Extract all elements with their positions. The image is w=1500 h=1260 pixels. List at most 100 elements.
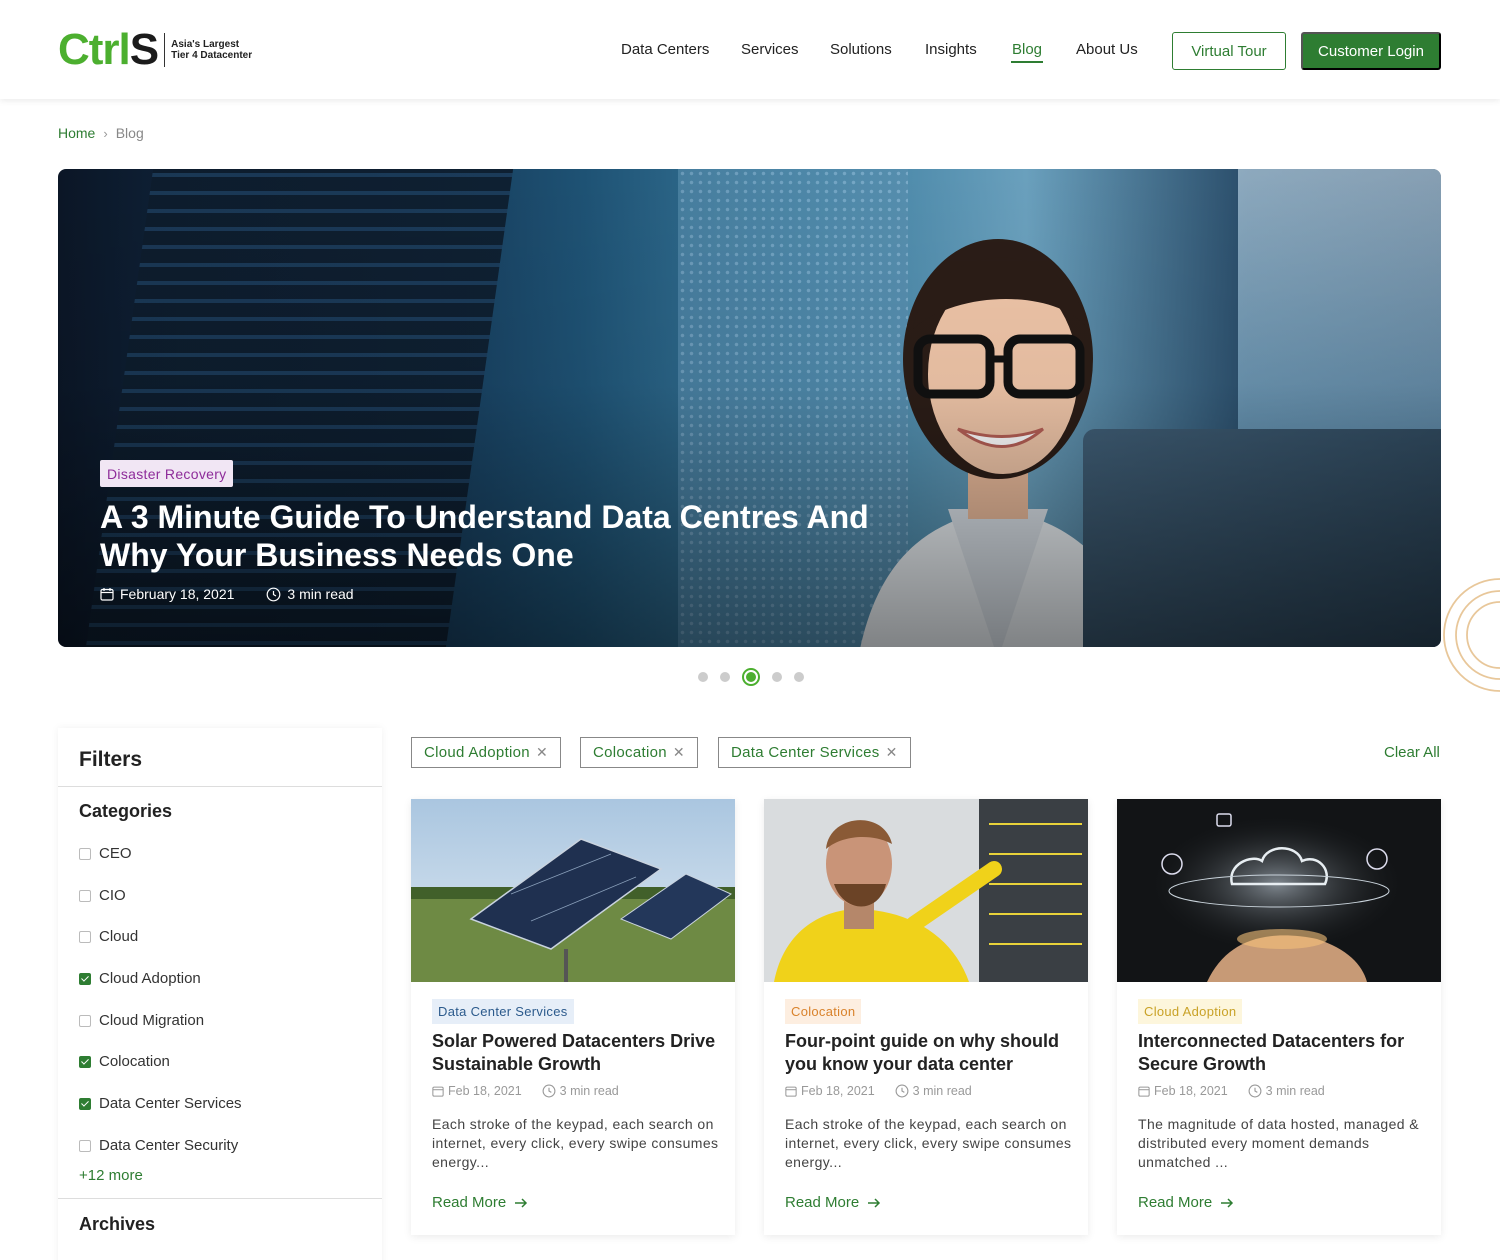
card-date-text: Feb 18, 2021 (448, 1084, 522, 1098)
category-cloud-migration[interactable]: Cloud Migration (79, 1012, 204, 1029)
category-colocation[interactable]: Colocation (79, 1053, 170, 1070)
hero-read-time: 3 min read (266, 586, 354, 602)
logo-tagline-line1: Asia's Largest (171, 39, 240, 50)
category-cio[interactable]: CIO (79, 887, 126, 904)
category-cloud-migration-checkbox[interactable] (79, 1014, 91, 1027)
filters-divider (58, 786, 382, 787)
category-data-center-services[interactable]: Data Center Services (79, 1095, 242, 1112)
calendar-icon (100, 588, 114, 601)
card-read-time: 3 min read (895, 1084, 972, 1098)
breadcrumb-chevron-icon: › (103, 125, 108, 141)
category-cio-checkbox[interactable] (79, 889, 91, 902)
carousel-dot-2[interactable] (720, 672, 730, 682)
show-more-categories-link[interactable]: +12 more (79, 1167, 143, 1184)
card-read-time: 3 min read (1248, 1084, 1325, 1098)
category-cloud-adoption[interactable]: Cloud Adoption (79, 970, 201, 987)
card-category-tag[interactable]: Data Center Services (432, 999, 574, 1024)
carousel-dot-4[interactable] (772, 672, 782, 682)
category-colocation-checkbox[interactable] (79, 1055, 91, 1068)
card-title[interactable]: Four-point guide on why should you know … (785, 1030, 1075, 1076)
filter-chip-cloud-adoption: Cloud Adoption ✕ (411, 737, 561, 768)
card-date: Feb 18, 2021 (785, 1084, 875, 1098)
hero-date: February 18, 2021 (100, 586, 234, 602)
nav-active-underline (1011, 61, 1043, 63)
close-icon[interactable]: ✕ (673, 744, 685, 761)
nav-data-centers[interactable]: Data Centers (621, 41, 709, 58)
carousel-dot-5[interactable] (794, 672, 804, 682)
close-icon[interactable]: ✕ (536, 744, 548, 761)
close-icon[interactable]: ✕ (886, 744, 898, 761)
category-cio-label: CIO (99, 887, 126, 904)
filters-title: Filters (79, 748, 143, 771)
carousel-dot-3-active[interactable] (742, 668, 760, 686)
arrow-right-icon (515, 1197, 528, 1208)
clock-icon (895, 1084, 909, 1098)
card-meta: Feb 18, 2021 3 min read (785, 1084, 992, 1098)
card-category-tag[interactable]: Colocation (785, 999, 862, 1024)
virtual-tour-button[interactable]: Virtual Tour (1172, 32, 1286, 70)
carousel-pagination (698, 668, 804, 686)
card-category-tag[interactable]: Cloud Adoption (1138, 999, 1243, 1024)
filter-chip-label: Colocation (593, 744, 667, 761)
blog-card-solar[interactable]: Data Center Services Solar Powered Datac… (411, 799, 735, 1235)
hero-category-tag[interactable]: Disaster Recovery (100, 460, 234, 487)
category-data-center-services-checkbox[interactable] (79, 1097, 91, 1110)
hero-overlay (58, 169, 1441, 647)
clear-all-filters-link[interactable]: Clear All (1384, 744, 1440, 761)
ctrls-logo[interactable]: CtrlS Asia's Largest Tier 4 Datacenter (58, 28, 252, 72)
filter-chip-colocation: Colocation ✕ (580, 737, 698, 768)
hero-carousel-slide[interactable] (58, 169, 1441, 647)
category-cloud[interactable]: Cloud (79, 928, 138, 945)
clock-icon (542, 1084, 556, 1098)
read-more-label: Read More (432, 1194, 507, 1211)
logo-s-text: S (129, 25, 159, 74)
logo-tagline-line2: Tier 4 Datacenter (171, 50, 253, 61)
archives-title[interactable]: Archives (79, 1214, 155, 1235)
category-cloud-label: Cloud (99, 928, 139, 945)
calendar-icon (1138, 1086, 1150, 1097)
card-image-solar-panels (411, 799, 735, 982)
category-cloud-adoption-label: Cloud Adoption (99, 970, 201, 987)
card-title[interactable]: Interconnected Datacenters for Secure Gr… (1138, 1030, 1428, 1076)
read-more-link[interactable]: Read More (432, 1194, 528, 1211)
customer-login-button[interactable]: Customer Login (1301, 32, 1441, 70)
hero-title[interactable]: A 3 Minute Guide To Understand Data Cent… (100, 498, 920, 574)
decorative-circles-graphic (1443, 578, 1500, 692)
card-title[interactable]: Solar Powered Datacenters Drive Sustaina… (432, 1030, 722, 1076)
category-data-center-security-checkbox[interactable] (79, 1139, 91, 1152)
card-read-time-text: 3 min read (1265, 1084, 1325, 1098)
arrow-right-icon (1221, 1197, 1234, 1208)
logo-ctrl-text: Ctrl (58, 25, 131, 74)
calendar-icon (785, 1086, 797, 1097)
nav-insights[interactable]: Insights (925, 41, 977, 58)
logo-tagline: Asia's Largest Tier 4 Datacenter (171, 39, 252, 61)
card-read-time: 3 min read (542, 1084, 619, 1098)
card-date: Feb 18, 2021 (432, 1084, 522, 1098)
categories-title: Categories (79, 801, 173, 821)
read-more-link[interactable]: Read More (785, 1194, 881, 1211)
blog-card-four-point-guide[interactable]: Colocation Four-point guide on why shoul… (764, 799, 1088, 1235)
filter-chip-label: Cloud Adoption (424, 744, 530, 761)
clock-icon (267, 587, 281, 601)
nav-services[interactable]: Services (741, 41, 799, 58)
category-ceo[interactable]: CEO (79, 845, 132, 862)
nav-blog[interactable]: Blog (1012, 41, 1042, 58)
category-cloud-adoption-checkbox[interactable] (79, 972, 91, 985)
hero-title-line1: A 3 Minute Guide To Understand Data Cent… (100, 499, 869, 535)
category-data-center-security-label: Data Center Security (99, 1137, 239, 1154)
nav-solutions[interactable]: Solutions (830, 41, 892, 58)
breadcrumb-current: Blog (115, 125, 144, 141)
nav-about-us[interactable]: About Us (1076, 41, 1138, 58)
breadcrumb-home[interactable]: Home (58, 125, 95, 141)
category-cloud-checkbox[interactable] (79, 930, 91, 943)
category-ceo-checkbox[interactable] (79, 847, 91, 860)
arrow-right-icon (868, 1197, 881, 1208)
card-meta: Feb 18, 2021 3 min read (1138, 1084, 1345, 1098)
hero-read-time-text: 3 min read (287, 586, 354, 602)
read-more-label: Read More (785, 1194, 860, 1211)
card-meta: Feb 18, 2021 3 min read (432, 1084, 639, 1098)
category-data-center-security[interactable]: Data Center Security (79, 1137, 238, 1154)
carousel-dot-1[interactable] (698, 672, 708, 682)
read-more-link[interactable]: Read More (1138, 1194, 1234, 1211)
blog-card-interconnected[interactable]: Cloud Adoption Interconnected Datacenter… (1117, 799, 1441, 1235)
